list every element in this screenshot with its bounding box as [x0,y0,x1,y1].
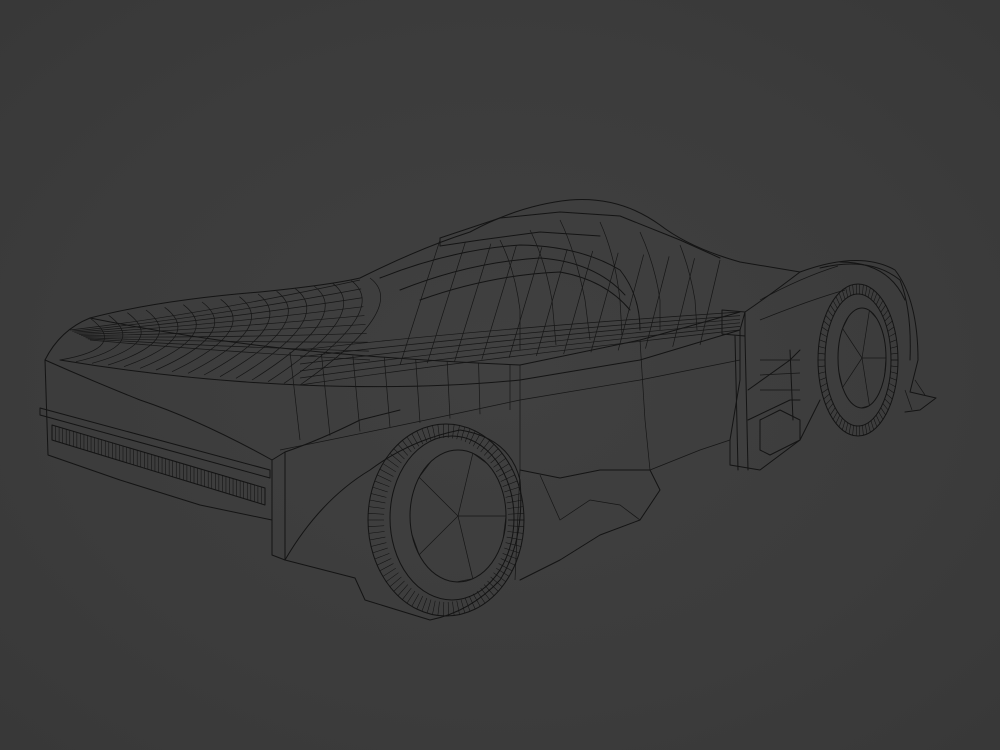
car-body [44,199,821,581]
rear-wheel [817,283,899,437]
rear-strut-frame [721,309,801,471]
front-wheel [284,423,525,621]
3d-viewport[interactable] [0,0,1000,750]
wireframe-canvas[interactable] [0,0,1000,750]
